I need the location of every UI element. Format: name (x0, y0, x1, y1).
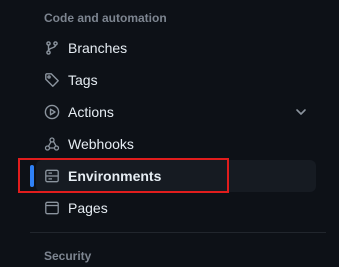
sidebar-item-label: Branches (68, 40, 128, 56)
sidebar-item-label: Pages (68, 200, 108, 216)
section-divider (30, 232, 326, 233)
settings-sidebar: Code and automation Branches Tags Action… (0, 0, 339, 267)
sidebar-item-label: Webhooks (68, 136, 134, 152)
sidebar-item-webhooks[interactable]: Webhooks (36, 128, 316, 160)
tag-icon (44, 72, 60, 88)
active-item-indicator (30, 165, 34, 187)
server-icon (44, 168, 60, 184)
section-heading-code-automation: Code and automation (44, 11, 167, 25)
sidebar-item-branches[interactable]: Branches (36, 32, 316, 64)
sidebar-item-label: Environments (68, 168, 162, 184)
sidebar-item-label: Actions (68, 104, 114, 120)
browser-icon (44, 200, 60, 216)
sidebar-item-environments[interactable]: Environments (36, 160, 316, 192)
sidebar-item-tags[interactable]: Tags (36, 64, 316, 96)
section-heading-security: Security (44, 249, 92, 263)
chevron-down-icon[interactable] (294, 105, 308, 119)
sidebar-item-actions[interactable]: Actions (36, 96, 316, 128)
sidebar-item-pages[interactable]: Pages (36, 192, 316, 224)
webhook-icon (44, 136, 60, 152)
sidebar-item-label: Tags (68, 72, 98, 88)
git-branch-icon (44, 40, 60, 56)
play-icon (44, 104, 60, 120)
